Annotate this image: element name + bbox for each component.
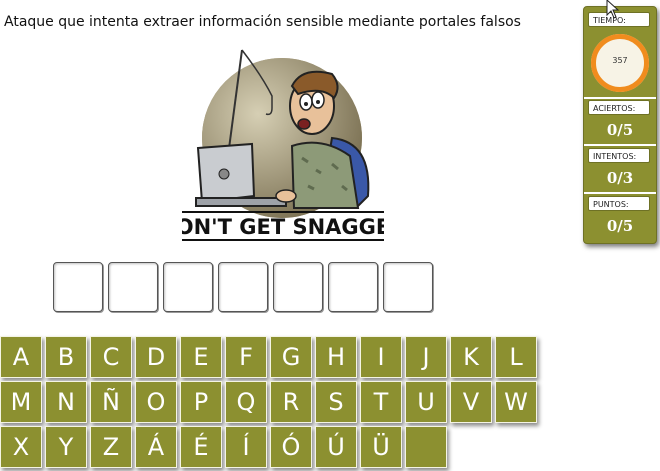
- key-o[interactable]: O: [135, 381, 177, 423]
- key-e-acute[interactable]: É: [180, 426, 222, 468]
- key-m[interactable]: M: [0, 381, 42, 423]
- key-g[interactable]: G: [270, 336, 312, 378]
- panel-divider: [584, 97, 656, 99]
- phishing-cartoon-image: DON'T GET SNAGGED: [182, 46, 384, 244]
- answer-slot: [163, 262, 213, 312]
- key-s[interactable]: S: [315, 381, 357, 423]
- key-a[interactable]: A: [0, 336, 42, 378]
- question-text: Ataque que intenta extraer información s…: [4, 14, 521, 30]
- key-j[interactable]: J: [405, 336, 447, 378]
- answer-slot: [328, 262, 378, 312]
- key-u-diaeresis[interactable]: Ü: [360, 426, 402, 468]
- key-enye[interactable]: Ñ: [90, 381, 132, 423]
- key-blank[interactable]: [405, 426, 447, 468]
- key-c[interactable]: C: [90, 336, 132, 378]
- mouse-cursor-icon: [606, 0, 620, 19]
- key-l[interactable]: L: [495, 336, 537, 378]
- timer-value: 357: [612, 56, 628, 65]
- answer-slot: [218, 262, 268, 312]
- key-v[interactable]: V: [450, 381, 492, 423]
- key-p[interactable]: P: [180, 381, 222, 423]
- key-y[interactable]: Y: [45, 426, 87, 468]
- points-label: PUNTOS:: [588, 196, 650, 211]
- key-r[interactable]: R: [270, 381, 312, 423]
- answer-slot: [53, 262, 103, 312]
- key-i-acute[interactable]: Í: [225, 426, 267, 468]
- key-u-acute[interactable]: Ú: [315, 426, 357, 468]
- key-k[interactable]: K: [450, 336, 492, 378]
- key-z[interactable]: Z: [90, 426, 132, 468]
- score-panel: TIEMPO: 357 ACIERTOS: 0/5 INTENTOS: 0/3 …: [583, 6, 657, 244]
- key-b[interactable]: B: [45, 336, 87, 378]
- hits-value: 0/5: [606, 121, 634, 139]
- key-h[interactable]: H: [315, 336, 357, 378]
- panel-divider: [584, 192, 656, 194]
- key-i[interactable]: I: [360, 336, 402, 378]
- panel-divider: [584, 144, 656, 146]
- answer-slot: [108, 262, 158, 312]
- key-q[interactable]: Q: [225, 381, 267, 423]
- key-x[interactable]: X: [0, 426, 42, 468]
- illustration-caption: DON'T GET SNAGGED: [182, 215, 384, 239]
- answer-slot: [273, 262, 323, 312]
- points-value: 0/5: [606, 217, 634, 235]
- key-w[interactable]: W: [495, 381, 537, 423]
- key-e[interactable]: E: [180, 336, 222, 378]
- key-o-acute[interactable]: Ó: [270, 426, 312, 468]
- key-u[interactable]: U: [405, 381, 447, 423]
- attempts-label: INTENTOS:: [588, 148, 650, 163]
- answer-slot: [383, 262, 433, 312]
- key-t[interactable]: T: [360, 381, 402, 423]
- attempts-value: 0/3: [606, 169, 634, 187]
- timer-dial: 357: [591, 34, 649, 92]
- key-f[interactable]: F: [225, 336, 267, 378]
- key-d[interactable]: D: [135, 336, 177, 378]
- key-n[interactable]: N: [45, 381, 87, 423]
- key-a-acute[interactable]: Á: [135, 426, 177, 468]
- hits-label: ACIERTOS:: [588, 100, 650, 115]
